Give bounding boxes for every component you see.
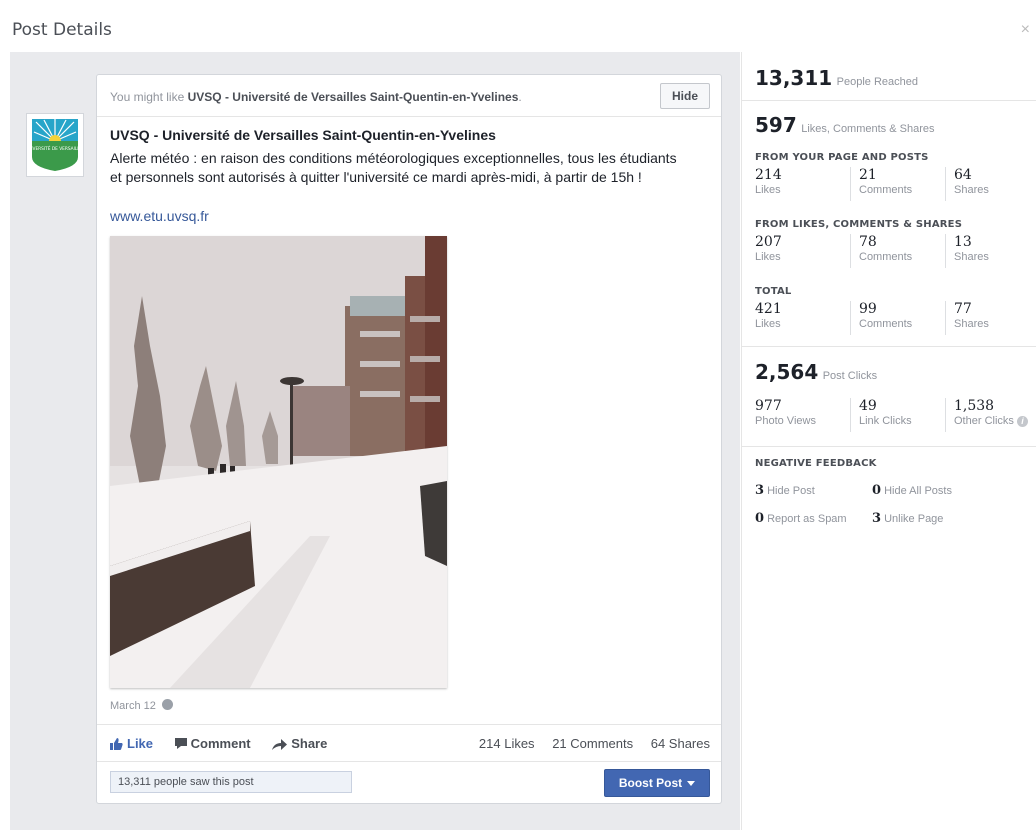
group-title-likes-comments-shares: FROM LIKES, COMMENTS & SHARES [755,219,963,230]
group-title-page-posts: FROM YOUR PAGE AND POSTS [755,152,929,163]
stat-value: 13 [954,234,972,250]
people-reached-label: People Reached [836,76,918,88]
stats-total: 421 Likes 99 Comments 77 Shares [755,301,1035,335]
stat-value: 1,538 [954,398,995,414]
comments-count[interactable]: 21 Comments [552,736,633,751]
page-name[interactable]: UVSQ - Université de Versailles Saint-Qu… [110,127,496,143]
stat-value: 0 [755,511,765,526]
boost-post-button[interactable]: Boost Post [604,769,710,797]
divider [97,724,721,725]
stat-value: 3 [755,483,765,498]
stat-value: 977 [755,398,782,414]
share-arrow-icon [272,739,288,750]
stat-label: Shares [954,184,989,196]
post-counts: 214 Likes 21 Comments 64 Shares [465,736,710,751]
stat-label: Comments [859,318,913,330]
info-icon[interactable]: i [1016,416,1028,427]
comment-icon [174,738,187,749]
post-clicks-value: 2,564 [755,360,819,384]
post-clicks-label: Post Clicks [822,370,878,382]
stat-value: 99 [859,301,877,317]
stat-value: 207 [755,234,782,250]
stat-value: 77 [954,301,972,317]
close-icon[interactable]: × [1021,22,1030,38]
shares-count[interactable]: 64 Shares [651,736,710,751]
likes-count[interactable]: 214 Likes [479,736,535,751]
stats-likes-comments-shares: 207 Likes 78 Comments 13 Shares [755,234,1035,268]
stat-value: 64 [954,167,972,183]
people-saw-post: 13,311 people saw this post [110,771,352,793]
might-like-text: You might like UVSQ - Université de Vers… [110,90,522,104]
stat-label: Unlike Page [884,513,944,525]
hide-post-stat: 3 Hide Post [755,483,815,498]
like-label: Like [127,736,154,751]
stat-value: 21 [859,167,877,183]
hide-all-posts-stat: 0 Hide All Posts [872,483,952,498]
globe-icon [161,699,173,710]
stat-label: Likes [755,318,781,330]
stat-value: 49 [859,398,877,414]
divider [97,116,721,117]
caret-down-icon [687,781,696,786]
like-button[interactable]: Like [110,736,153,751]
stat-label: Likes [755,184,781,196]
group-title-total: TOTAL [755,286,792,297]
report-spam-stat: 0 Report as Spam [755,511,847,526]
stat-label: Hide Post [767,485,815,497]
negative-feedback-title: NEGATIVE FEEDBACK [755,458,877,469]
engagement-label: Likes, Comments & Shares [801,123,935,135]
engagement-section: 597 Likes, Comments & Shares FROM YOUR P… [742,101,1036,347]
stat-value: 421 [755,301,782,317]
divider [97,761,721,762]
dialog-titlebar: Post Details × [0,0,1036,52]
comment-button[interactable]: Comment [174,736,251,751]
people-reached-value: 13,311 [755,66,833,90]
stat-label: Comments [859,184,913,196]
might-like-page-link[interactable]: UVSQ - Université de Versailles Saint-Qu… [188,90,519,104]
stat-label: Hide All Posts [884,485,952,497]
stats-page-posts: 214 Likes 21 Comments 64 Shares [755,167,1035,201]
stat-label: Other Clicks i [954,414,1028,428]
comment-label: Comment [190,736,251,751]
stat-label: Likes [755,251,781,263]
might-like-suffix: . [518,90,522,104]
post-text: Alerte météo : en raison des conditions … [110,150,677,185]
post-link[interactable]: www.etu.uvsq.fr [110,208,209,224]
post-date: March 12 [110,699,173,712]
stat-value: 78 [859,234,877,250]
share-button[interactable]: Share [272,736,327,751]
share-label: Share [291,736,328,751]
stat-label: Comments [859,251,913,263]
post-card: You might like UVSQ - Université de Vers… [96,74,722,804]
stat-value: 214 [755,167,782,183]
boost-post-label: Boost Post [618,776,683,790]
stat-value: 3 [872,511,882,526]
negative-feedback-section: NEGATIVE FEEDBACK 3 Hide Post 0 Hide All… [742,447,1036,547]
page-logo[interactable]: UNIVERSITÉ DE VERSAILLES [25,113,85,177]
engagement-value: 597 [755,113,797,137]
other-clicks-label: Other Clicks [954,415,1014,427]
university-logo-icon: UNIVERSITÉ DE VERSAILLES [25,119,85,171]
dialog-title: Post Details [12,20,112,40]
stat-label: Link Clicks [859,415,912,427]
stats-clicks: 977 Photo Views 49 Link Clicks 1,538 Other … [755,398,1035,432]
stat-label: Shares [954,251,989,263]
post-actions: Like Comment Share [110,736,345,751]
thumbs-up-icon [110,738,123,750]
stat-label: Photo Views [755,415,816,427]
reach-section: 13,311 People Reached [742,52,1036,101]
might-like-prefix: You might like [110,90,185,104]
unlike-page-stat: 3 Unlike Page [872,511,943,526]
stat-label: Shares [954,318,989,330]
hide-button[interactable]: Hide [660,83,710,109]
insights-panel: 13,311 People Reached 597 Likes, Comment… [741,52,1036,830]
stat-value: 0 [872,483,882,498]
post-photo[interactable] [110,236,447,688]
clicks-section: 2,564 Post Clicks 977 Photo Views 49 Link … [742,347,1036,447]
post-date-text: March 12 [110,700,156,712]
stat-label: Report as Spam [767,513,847,525]
snow-campus-photo [110,236,447,688]
